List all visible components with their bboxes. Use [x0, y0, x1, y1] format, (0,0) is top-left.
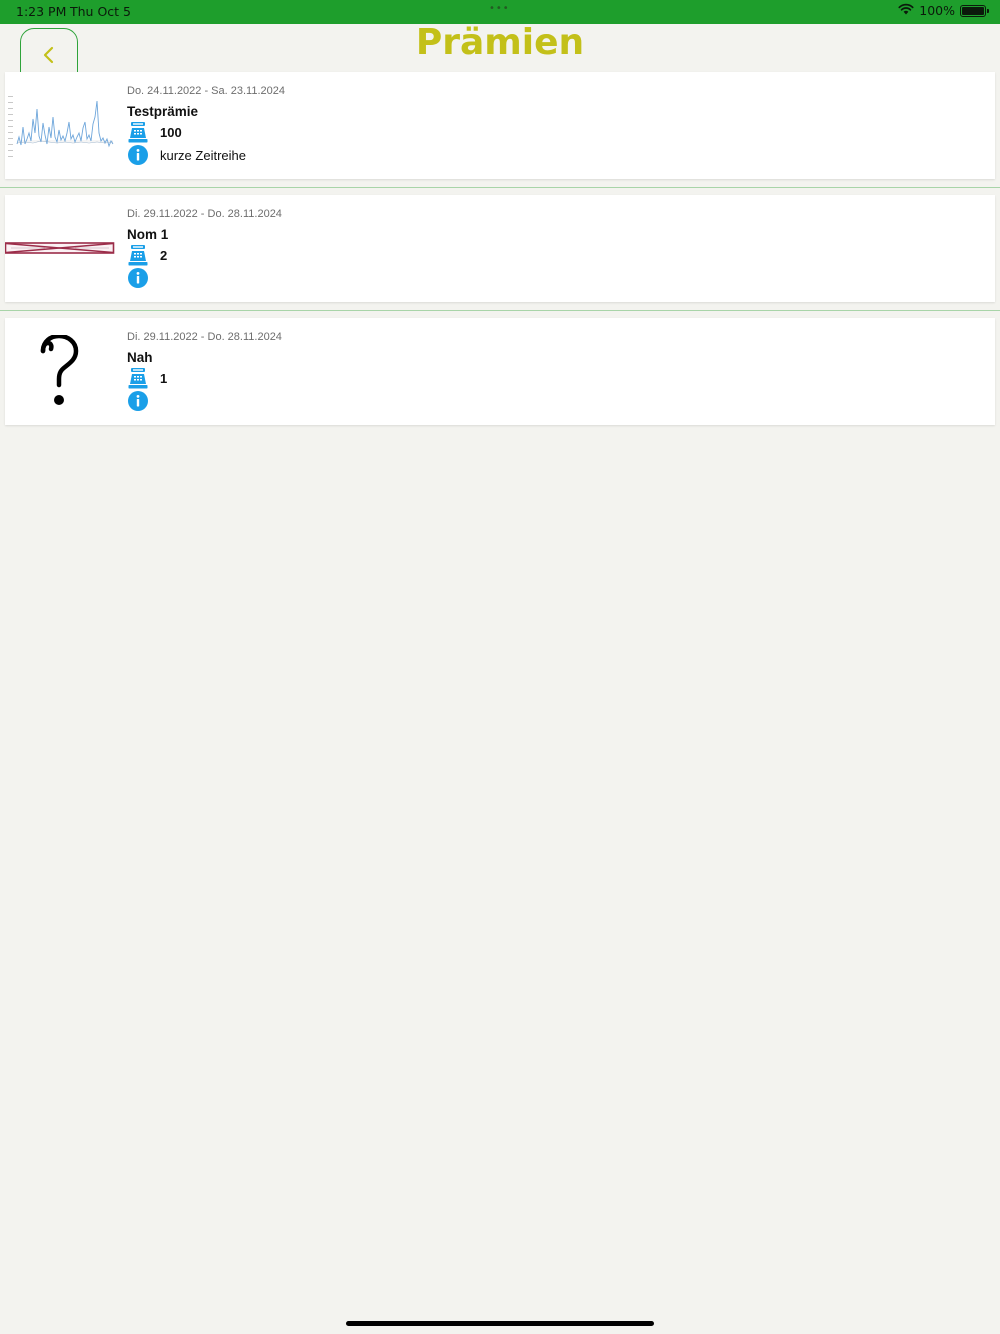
separator: [0, 187, 1000, 188]
status-time: 1:23 PM: [16, 4, 67, 19]
multitasking-dots[interactable]: •••: [489, 3, 510, 14]
status-date: Thu Oct 5: [70, 4, 131, 19]
timeseries-chart-thumbnail: [5, 89, 115, 161]
status-bar: 1:23 PM Thu Oct 5 ••• 100%: [0, 0, 1000, 24]
home-indicator[interactable]: [346, 1321, 654, 1326]
info-icon[interactable]: [127, 144, 149, 166]
reward-info: kurze Zeitreihe: [160, 147, 246, 163]
battery-percentage: 100%: [919, 3, 955, 18]
reward-name: Testprämie: [127, 104, 199, 119]
reward-date-range: Di. 29.11.2022 - Do. 28.11.2024: [127, 331, 282, 343]
cash-register-icon: [127, 367, 149, 389]
reward-date-range: Do. 24.11.2022 - Sa. 23.11.2024: [127, 85, 285, 97]
reward-date-range: Di. 29.11.2022 - Do. 28.11.2024: [127, 208, 282, 220]
reward-card[interactable]: Di. 29.11.2022 - Do. 28.11.2024 Nom 1 2: [4, 195, 995, 302]
cash-register-icon: [127, 121, 149, 143]
reward-card[interactable]: Do. 24.11.2022 - Sa. 23.11.2024 Testpräm…: [5, 72, 995, 179]
reward-card[interactable]: Di. 29.11.2022 - Do. 28.11.2024 Nah 1: [5, 318, 995, 425]
info-icon[interactable]: [127, 390, 149, 412]
reward-name: Nom 1: [127, 227, 169, 242]
reward-count: 2: [160, 247, 168, 263]
reward-count: 100: [160, 124, 182, 140]
wifi-icon: [898, 3, 914, 18]
reward-count: 1: [160, 370, 168, 386]
crossed-out-image-thumbnail: [4, 212, 115, 284]
page-title: Prämien: [415, 22, 585, 63]
info-icon[interactable]: [127, 267, 149, 289]
cash-register-icon: [127, 244, 149, 266]
separator: [0, 310, 1000, 311]
question-mark-thumbnail: [5, 333, 115, 407]
battery-icon: [960, 4, 989, 17]
reward-name: Nah: [127, 350, 153, 365]
